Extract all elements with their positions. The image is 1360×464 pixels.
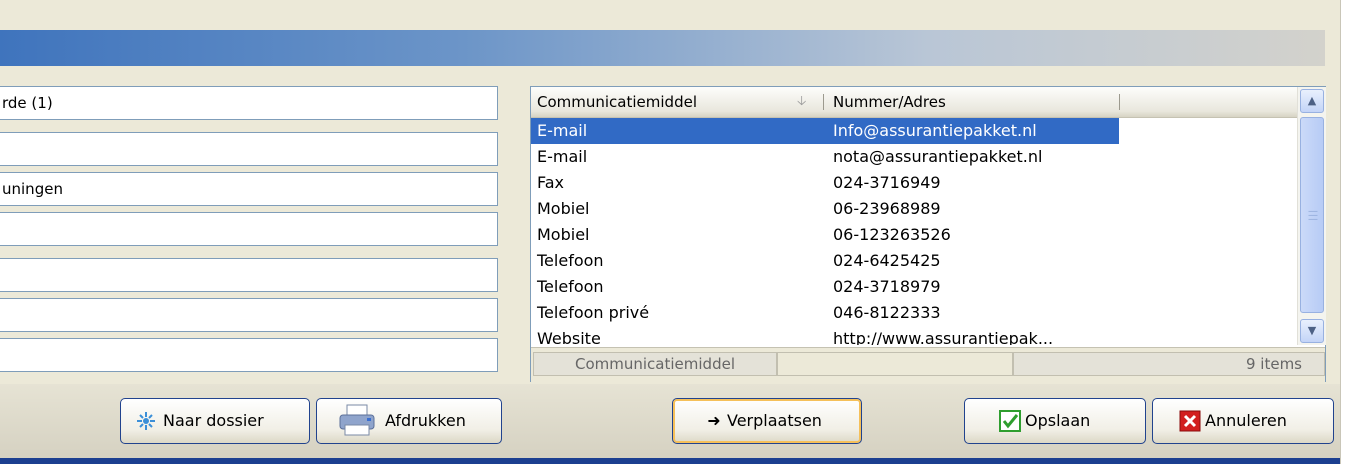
section-banner bbox=[0, 30, 1325, 66]
group-by-panel[interactable]: Communicatiemiddel bbox=[533, 352, 777, 376]
field-2[interactable] bbox=[0, 132, 498, 166]
table-row[interactable]: Fax 024-3716949 bbox=[531, 170, 1297, 196]
table-row[interactable]: Mobiel 06-123263526 bbox=[531, 222, 1297, 248]
cell-nummer-adres: nota@assurantiepakket.nl bbox=[833, 147, 1043, 166]
sort-down-icon: 🡣 bbox=[797, 94, 807, 109]
table-row[interactable]: E-mail Info@assurantiepakket.nl bbox=[531, 118, 1297, 144]
cell-nummer-adres: Info@assurantiepakket.nl bbox=[827, 118, 1119, 144]
cell-nummer-adres: 024-3718979 bbox=[833, 277, 941, 296]
column-separator[interactable] bbox=[823, 94, 824, 110]
grip-icon: — — — bbox=[1308, 206, 1318, 225]
cell-nummer-adres: http://www.assurantiepak... bbox=[833, 329, 1054, 345]
footer-empty-cell bbox=[777, 352, 1013, 376]
scroll-down-icon[interactable]: ▼ bbox=[1300, 319, 1324, 343]
afdrukken-button[interactable]: Afdrukken bbox=[316, 398, 502, 444]
table-row[interactable]: Telefoon 024-3718979 bbox=[531, 274, 1297, 300]
column-header-nummer-adres[interactable]: Nummer/Adres bbox=[827, 87, 1119, 117]
table-row[interactable]: Mobiel 06-23968989 bbox=[531, 196, 1297, 222]
red-x-icon bbox=[1179, 410, 1201, 432]
field-3[interactable]: uningen bbox=[0, 172, 498, 206]
field-4[interactable] bbox=[0, 212, 498, 246]
field-1[interactable]: rde (1) bbox=[0, 86, 498, 120]
dossier-icon bbox=[137, 412, 155, 430]
annuleren-button[interactable]: Annuleren bbox=[1152, 398, 1334, 444]
cell-nummer-adres: 06-23968989 bbox=[833, 199, 941, 218]
column-label: Nummer/Adres bbox=[833, 93, 946, 111]
naar-dossier-button[interactable]: Naar dossier bbox=[120, 398, 310, 444]
item-count: 9 items bbox=[1013, 352, 1325, 376]
button-label: Verplaatsen bbox=[727, 411, 822, 430]
printer-icon bbox=[339, 404, 375, 436]
column-header-communicatiemiddel[interactable]: Communicatiemiddel 🡣 bbox=[531, 87, 827, 117]
cell-communicatiemiddel: Telefoon privé bbox=[537, 303, 650, 322]
green-check-icon bbox=[999, 410, 1021, 432]
window-edge bbox=[1340, 0, 1360, 464]
cell-communicatiemiddel: Telefoon bbox=[537, 251, 604, 270]
top-strip bbox=[0, 0, 1340, 30]
field-7[interactable] bbox=[0, 338, 498, 372]
column-label: Communicatiemiddel bbox=[537, 93, 697, 111]
cell-nummer-adres: 046-8122333 bbox=[833, 303, 941, 322]
button-label: Annuleren bbox=[1205, 411, 1287, 430]
table-row[interactable]: Telefoon 024-6425425 bbox=[531, 248, 1297, 274]
button-label: Naar dossier bbox=[163, 411, 264, 430]
cell-communicatiemiddel: Website bbox=[537, 329, 601, 345]
opslaan-button[interactable]: Opslaan bbox=[964, 398, 1146, 444]
table-row[interactable]: Website http://www.assurantiepak... bbox=[531, 326, 1297, 345]
cell-nummer-adres: 024-3716949 bbox=[833, 173, 941, 192]
arrow-right-icon: ➜ bbox=[707, 411, 721, 430]
field-6[interactable] bbox=[0, 298, 498, 332]
grid-header: Communicatiemiddel 🡣 Nummer/Adres bbox=[531, 87, 1297, 118]
cell-communicatiemiddel: Fax bbox=[537, 173, 565, 192]
column-separator[interactable] bbox=[1119, 94, 1120, 110]
grid-rows: E-mail Info@assurantiepakket.nl E-mail nota… bbox=[531, 118, 1297, 345]
cell-nummer-adres: 024-6425425 bbox=[833, 251, 941, 270]
cell-nummer-adres: 06-123263526 bbox=[833, 225, 951, 244]
vertical-scrollbar[interactable]: ▲ — — — ▼ bbox=[1297, 87, 1326, 345]
table-row[interactable]: E-mail nota@assurantiepakket.nl bbox=[531, 144, 1297, 170]
field-5[interactable] bbox=[0, 258, 498, 292]
bottom-border bbox=[0, 458, 1340, 464]
verplaatsen-button[interactable]: ➜ Verplaatsen bbox=[672, 398, 862, 444]
cell-communicatiemiddel: E-mail bbox=[531, 118, 827, 144]
communication-grid: Communicatiemiddel 🡣 Nummer/Adres E-mail… bbox=[530, 86, 1326, 382]
grid-footer: Communicatiemiddel 9 items bbox=[531, 347, 1325, 382]
cell-communicatiemiddel: Mobiel bbox=[537, 199, 590, 218]
cell-communicatiemiddel: E-mail bbox=[537, 147, 588, 166]
button-label: Opslaan bbox=[1025, 411, 1091, 430]
cell-communicatiemiddel: Telefoon bbox=[537, 277, 604, 296]
button-label: Afdrukken bbox=[385, 411, 466, 430]
scroll-up-icon[interactable]: ▲ bbox=[1300, 89, 1324, 113]
scrollbar-thumb[interactable]: — — — bbox=[1300, 117, 1324, 313]
cell-communicatiemiddel: Mobiel bbox=[537, 225, 590, 244]
table-row[interactable]: Telefoon privé 046-8122333 bbox=[531, 300, 1297, 326]
